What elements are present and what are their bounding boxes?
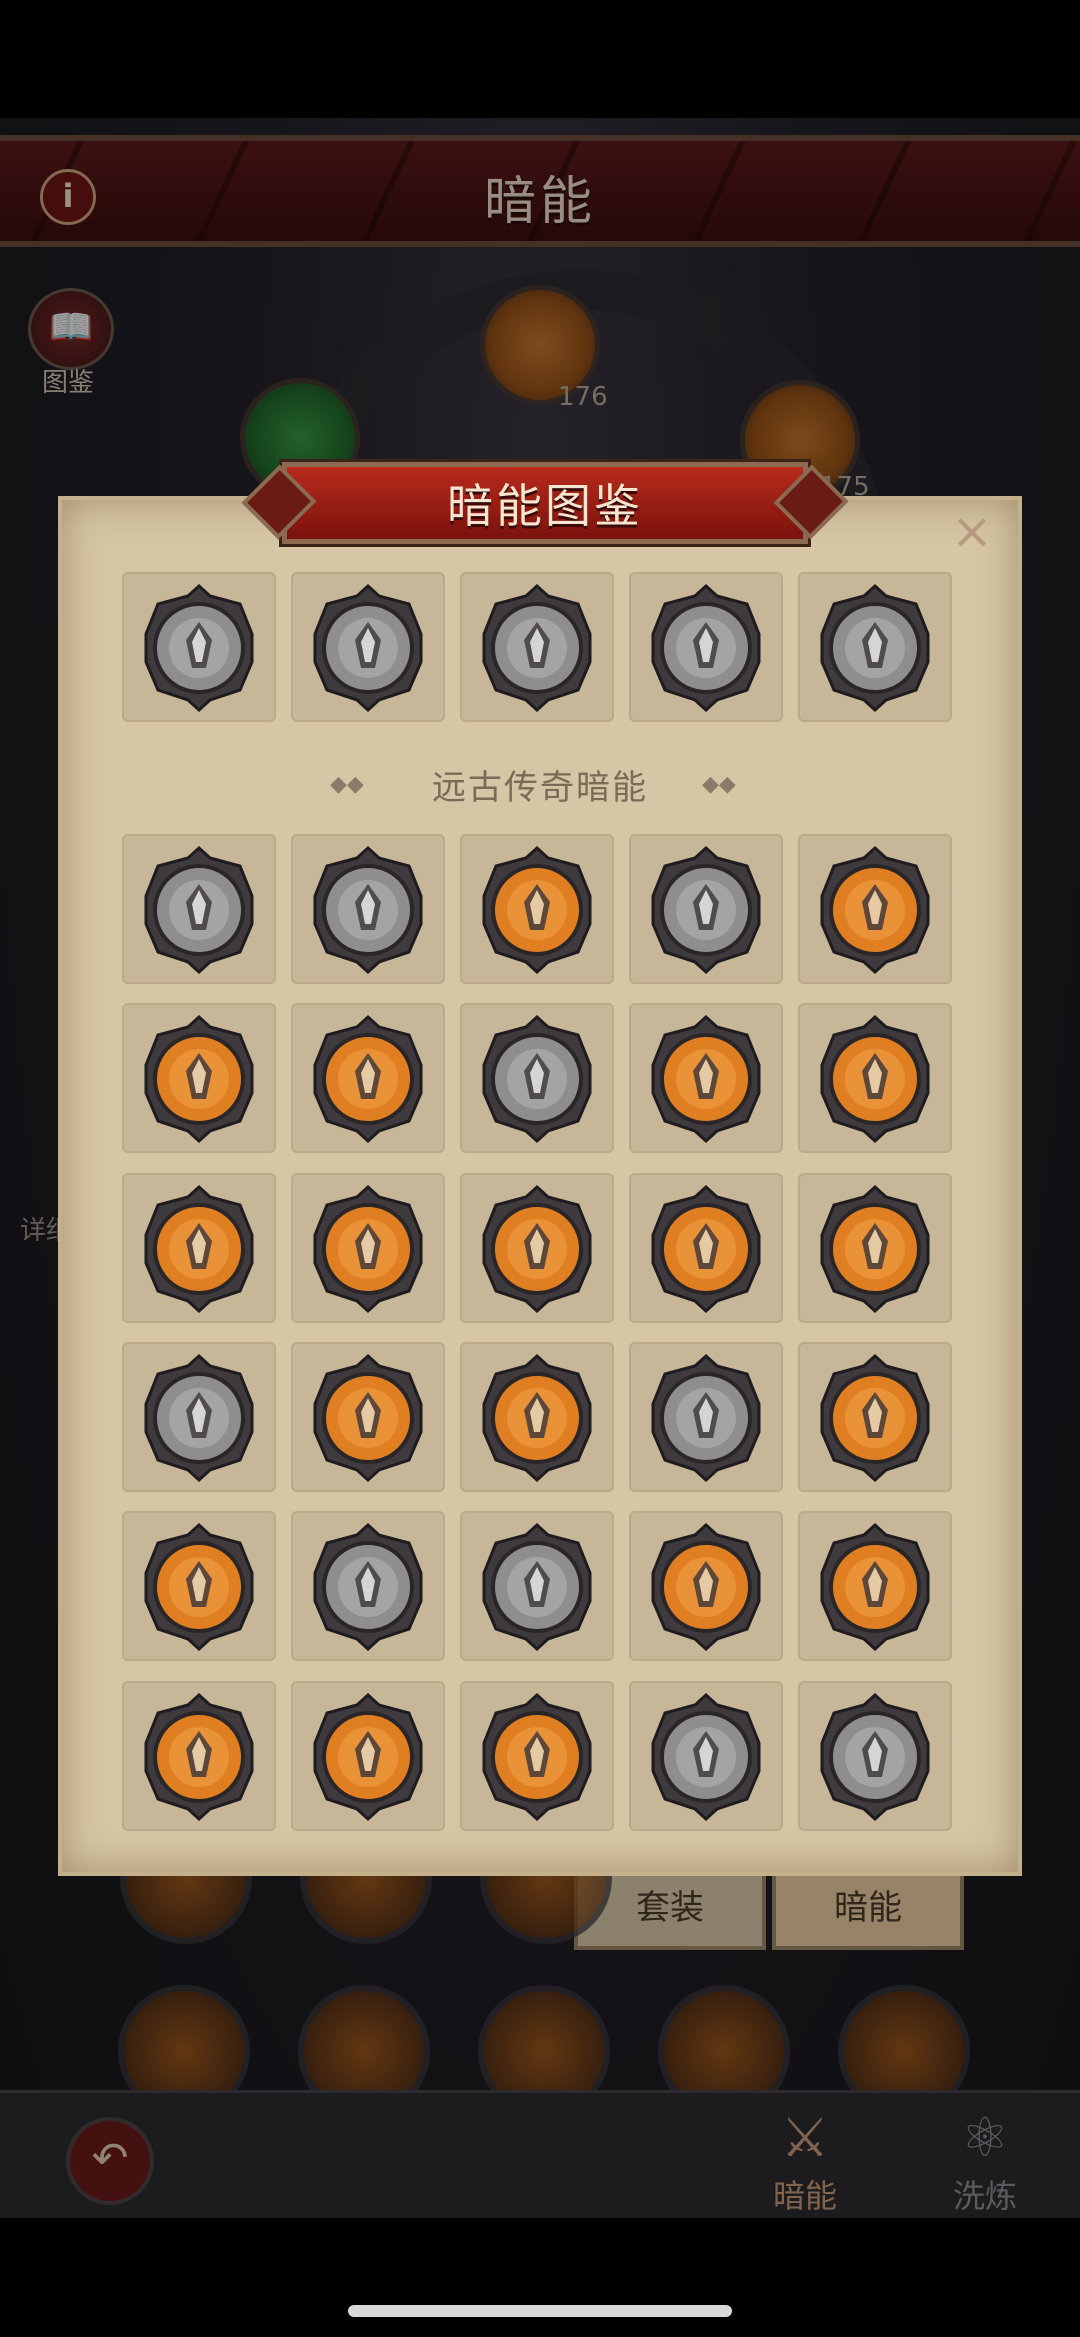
red-sword-icon xyxy=(309,1013,427,1143)
demon-mask-icon xyxy=(478,1183,596,1313)
codex-slot[interactable] xyxy=(122,572,276,722)
octagon-ring-icon xyxy=(309,582,427,712)
codex-slot[interactable] xyxy=(460,1342,614,1492)
section-header: ◆◆ 远古传奇暗能 ◆◆ xyxy=(62,760,1018,810)
codex-slot[interactable] xyxy=(629,834,783,984)
spiral-ring-icon xyxy=(478,582,596,712)
codex-slot[interactable] xyxy=(460,572,614,722)
double-axe-icon xyxy=(816,844,934,974)
war-hammer-icon xyxy=(309,844,427,974)
pink-gauntlet-icon xyxy=(478,1691,596,1821)
status-bar-area xyxy=(0,0,1080,120)
codex-slot[interactable] xyxy=(291,572,445,722)
modal-title: 暗能图鉴 xyxy=(447,479,643,533)
codex-slot[interactable] xyxy=(291,1511,445,1661)
codex-slot[interactable] xyxy=(460,834,614,984)
dark-armor-icon xyxy=(647,1183,765,1313)
star-gem-icon xyxy=(140,582,258,712)
codex-slot[interactable] xyxy=(629,1342,783,1492)
winged-helm-icon xyxy=(647,1013,765,1143)
codex-slot[interactable] xyxy=(798,1173,952,1323)
crown-gauntlet-icon xyxy=(140,1183,258,1313)
codex-slot[interactable] xyxy=(291,834,445,984)
codex-slot[interactable] xyxy=(460,1681,614,1831)
codex-slot[interactable] xyxy=(122,834,276,984)
codex-slot[interactable] xyxy=(460,1173,614,1323)
section-title: 远古传奇暗能 xyxy=(432,768,648,808)
fox-cuirass-icon xyxy=(478,1352,596,1482)
blue-mail-icon xyxy=(816,1352,934,1482)
codex-slot[interactable] xyxy=(122,1511,276,1661)
codex-slot[interactable] xyxy=(291,1173,445,1323)
long-blade-icon xyxy=(647,844,765,974)
codex-slot[interactable] xyxy=(291,1342,445,1492)
plain-gauntlet-icon xyxy=(816,1691,934,1821)
shadow-armor-icon xyxy=(816,1183,934,1313)
bottom-bezel xyxy=(0,2218,1080,2337)
codex-slot[interactable] xyxy=(798,572,952,722)
codex-slot[interactable] xyxy=(460,1511,614,1661)
ornament-right-icon: ◆◆ xyxy=(702,772,736,797)
blue-gauntlet-icon xyxy=(140,1691,258,1821)
golden-axe-icon xyxy=(478,844,596,974)
codex-slot[interactable] xyxy=(629,1173,783,1323)
codex-slot[interactable] xyxy=(629,1511,783,1661)
violet-boots-icon xyxy=(647,1521,765,1651)
red-crest-icon xyxy=(309,1183,427,1313)
close-button[interactable]: × xyxy=(948,506,996,556)
iron-boots-icon xyxy=(478,1521,596,1651)
codex-slot[interactable] xyxy=(122,1003,276,1153)
codex-slot[interactable] xyxy=(798,1342,952,1492)
spike-gauntlet-icon xyxy=(647,1691,765,1821)
codex-slot[interactable] xyxy=(629,1003,783,1153)
codex-slot[interactable] xyxy=(798,1511,952,1661)
steel-armor-icon xyxy=(140,1352,258,1482)
codex-slot[interactable] xyxy=(122,1681,276,1831)
codex-slot[interactable] xyxy=(291,1003,445,1153)
spiked-mace-icon xyxy=(140,1013,258,1143)
codex-slot[interactable] xyxy=(291,1681,445,1831)
codex-slot[interactable] xyxy=(460,1003,614,1153)
codex-slot[interactable] xyxy=(798,834,952,984)
screen: i 暗能 📖 图鉴 176 175 详细 套装 暗能 ↶ ⚔ 暗能 ⚛ 洗炼 暗… xyxy=(0,0,1080,2337)
codex-slot[interactable] xyxy=(122,1342,276,1492)
iron-sword-icon xyxy=(140,844,258,974)
codex-slot[interactable] xyxy=(629,1681,783,1831)
home-indicator[interactable] xyxy=(348,2305,732,2317)
codex-slot[interactable] xyxy=(798,1681,952,1831)
leather-pants-icon xyxy=(309,1521,427,1651)
red-boots-icon xyxy=(816,1521,934,1651)
gem-ring-icon xyxy=(816,582,934,712)
codex-slot[interactable] xyxy=(798,1003,952,1153)
gold-gauntlet-icon xyxy=(309,1691,427,1821)
violet-cuirass-icon xyxy=(309,1352,427,1482)
hood-helm-icon xyxy=(478,1013,596,1143)
red-greaves-icon xyxy=(140,1521,258,1651)
plate-cuirass-icon xyxy=(647,1352,765,1482)
codex-slot[interactable] xyxy=(629,572,783,722)
band-ring-icon xyxy=(647,582,765,712)
codex-slot[interactable] xyxy=(122,1173,276,1323)
gold-helm-icon xyxy=(816,1013,934,1143)
